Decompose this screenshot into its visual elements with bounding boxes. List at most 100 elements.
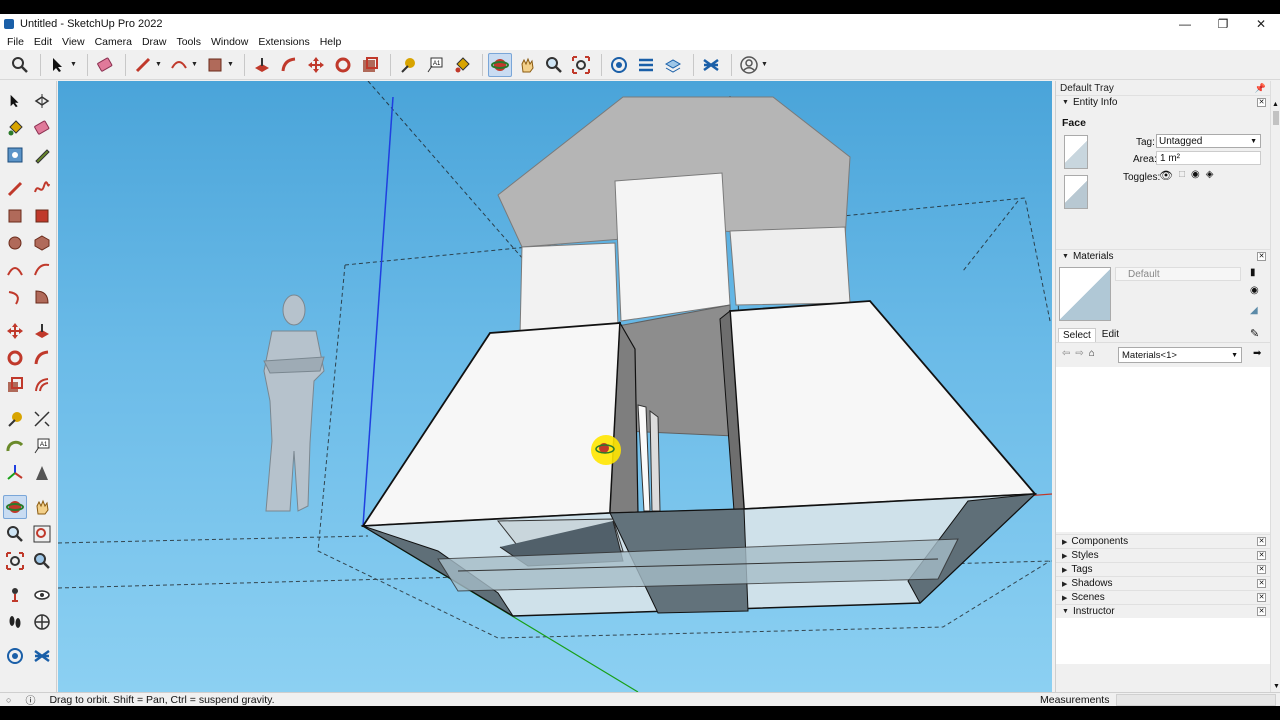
text-button[interactable]: A1 xyxy=(423,53,447,77)
pencil-button[interactable] xyxy=(131,53,155,77)
minimize-button[interactable]: — xyxy=(1166,14,1204,34)
visible-eye-icon[interactable]: 👁 xyxy=(1159,169,1173,182)
select-button[interactable] xyxy=(46,53,70,77)
lt-section-plane-button[interactable] xyxy=(30,610,54,634)
lt-2pt-arc-button[interactable] xyxy=(30,258,54,282)
instructor-header[interactable]: ▼ Instructor ✕ xyxy=(1056,604,1270,618)
create-material-icon[interactable]: ▮ xyxy=(1250,267,1256,278)
push-pull-button[interactable] xyxy=(250,53,274,77)
lt-zoom-window-button[interactable] xyxy=(30,522,54,546)
follow-me-button[interactable] xyxy=(277,53,301,77)
lt-3d-text-button[interactable] xyxy=(30,461,54,485)
scroll-thumb[interactable] xyxy=(1273,111,1279,125)
orbit-button[interactable] xyxy=(488,52,512,77)
menu-view[interactable]: View xyxy=(57,36,90,48)
rectangle-dropdown[interactable]: ▼ xyxy=(227,61,235,68)
back-face-swatch[interactable] xyxy=(1064,175,1088,209)
lt-offset-button[interactable] xyxy=(30,373,54,397)
lt-move-button[interactable] xyxy=(3,319,27,343)
search-button[interactable] xyxy=(8,53,32,77)
lt-pie-button[interactable] xyxy=(30,285,54,309)
lt-eraser-button[interactable] xyxy=(30,116,54,140)
front-face-swatch[interactable] xyxy=(1064,135,1088,169)
lt-sample-paint-button[interactable] xyxy=(30,143,54,167)
entity-info-header[interactable]: ▼ Entity Info ✕ xyxy=(1056,95,1270,109)
shadows-header[interactable]: ▶ Shadows ✕ xyxy=(1056,576,1270,590)
lt-line-button[interactable] xyxy=(3,177,27,201)
lt-dimension-button[interactable] xyxy=(30,407,54,431)
pin-icon[interactable]: 📌 xyxy=(1255,83,1266,94)
warehouse-button[interactable] xyxy=(607,53,631,77)
drawing-viewport[interactable] xyxy=(58,81,1052,692)
lt-previous-view-button[interactable] xyxy=(30,549,54,573)
lt-tape-button[interactable] xyxy=(3,407,27,431)
tape-button[interactable] xyxy=(396,53,420,77)
home-icon[interactable]: ⌂ xyxy=(1089,348,1095,359)
offset-button[interactable] xyxy=(358,53,382,77)
account-dropdown[interactable]: ▼ xyxy=(761,61,769,68)
menu-window[interactable]: Window xyxy=(206,36,253,48)
default-material-icon[interactable]: ◉ xyxy=(1250,285,1259,296)
measurements-input[interactable] xyxy=(1116,694,1276,706)
menu-extensions[interactable]: Extensions xyxy=(253,36,314,48)
lt-rotate-button[interactable] xyxy=(3,346,27,370)
select-dropdown[interactable]: ▼ xyxy=(70,61,78,68)
lt-circle-button[interactable] xyxy=(3,231,27,255)
eraser-button[interactable] xyxy=(93,53,117,77)
zoom-button[interactable] xyxy=(542,53,566,77)
lt-follow-me-button[interactable] xyxy=(30,346,54,370)
lt-axes-button[interactable] xyxy=(3,461,27,485)
tab-select[interactable]: Select xyxy=(1058,327,1096,342)
lt-component-button[interactable] xyxy=(30,89,54,113)
materials-list-area[interactable] xyxy=(1056,367,1271,532)
menu-tools[interactable]: Tools xyxy=(171,36,206,48)
lt-walk-button[interactable] xyxy=(3,610,27,634)
arc-button[interactable] xyxy=(167,53,191,77)
menu-camera[interactable]: Camera xyxy=(90,36,137,48)
lt-rectangle-button[interactable] xyxy=(3,204,27,228)
material-name-field[interactable]: Default xyxy=(1115,267,1241,281)
close-entity-info-button[interactable]: ✕ xyxy=(1257,98,1266,107)
rectangle-button[interactable] xyxy=(203,53,227,77)
cast-shadow-icon[interactable]: ◉ xyxy=(1191,169,1200,182)
lt-paint-button[interactable] xyxy=(3,116,27,140)
lt-zoom-button[interactable] xyxy=(3,522,27,546)
restore-button[interactable]: ❐ xyxy=(1204,14,1242,34)
rotate-button[interactable] xyxy=(331,53,355,77)
lt-rotated-rect-button[interactable] xyxy=(30,204,54,228)
pan-button[interactable] xyxy=(515,53,539,77)
layout-button[interactable] xyxy=(661,53,685,77)
lt-look-around-button[interactable] xyxy=(30,583,54,607)
scenes-header[interactable]: ▶ Scenes ✕ xyxy=(1056,590,1270,604)
arc-dropdown[interactable]: ▼ xyxy=(191,61,199,68)
account-button[interactable] xyxy=(737,53,761,77)
details-arrow-icon[interactable]: ➡ xyxy=(1253,348,1261,359)
paint-bucket-icon[interactable]: ◢ xyxy=(1250,305,1258,316)
eyedropper-icon[interactable]: ✎ xyxy=(1250,327,1259,340)
back-arrow-icon[interactable]: ⇦ xyxy=(1062,348,1070,359)
material-collection-select[interactable]: Materials<1> ▼ xyxy=(1118,347,1242,363)
lt-orbit-button[interactable] xyxy=(3,495,27,519)
scroll-down-arrow[interactable]: ▼ xyxy=(1273,683,1280,690)
close-scenes-button[interactable]: ✕ xyxy=(1257,593,1266,602)
pencil-dropdown[interactable]: ▼ xyxy=(155,61,163,68)
lt-zoom-extents-button[interactable] xyxy=(3,549,27,573)
lt-extension-button[interactable] xyxy=(30,644,54,668)
lt-text-button[interactable]: A1 xyxy=(30,434,54,458)
components-header[interactable]: ▶ Components ✕ xyxy=(1056,534,1270,548)
lt-tag-button[interactable] xyxy=(3,143,27,167)
extension-button[interactable] xyxy=(634,53,658,77)
close-components-button[interactable]: ✕ xyxy=(1257,537,1266,546)
lock-icon[interactable]: □ xyxy=(1179,169,1185,182)
lt-arc-button[interactable] xyxy=(3,258,27,282)
lt-pan-button[interactable] xyxy=(30,495,54,519)
lt-position-camera-button[interactable] xyxy=(3,583,27,607)
geolocation-icon[interactable]: ○ xyxy=(6,695,11,705)
close-shadows-button[interactable]: ✕ xyxy=(1257,579,1266,588)
area-field[interactable]: 1 m² xyxy=(1156,151,1261,165)
lt-protractor-button[interactable] xyxy=(3,434,27,458)
lt-select-button[interactable] xyxy=(3,89,27,113)
model-scene[interactable] xyxy=(58,81,1052,692)
forward-arrow-icon[interactable]: ⇨ xyxy=(1075,348,1083,359)
tray-scrollbar[interactable]: ▲ ▼ xyxy=(1270,81,1280,692)
